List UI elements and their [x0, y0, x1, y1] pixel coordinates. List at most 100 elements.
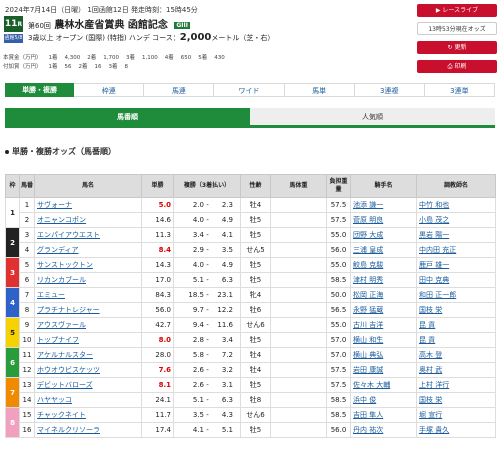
place-odds-max: 7.2 — [221, 351, 233, 359]
place-odds-max: 12.2 — [217, 306, 233, 314]
prize-row-extra: 付加賞（万円） 1着 56 2着 16 3着 8 — [3, 62, 135, 70]
jockey-link[interactable]: 佐々木 大輔 — [350, 377, 417, 393]
jockey-link[interactable]: 松岡 正海 — [350, 287, 417, 303]
jockey-link[interactable]: 三浦 皇成 — [350, 242, 417, 258]
place-odds-max: 4.9 — [221, 261, 233, 269]
trainer-link[interactable]: 国枝 栄 — [416, 392, 496, 408]
sort-tabs: 馬番順 人気順 — [5, 108, 495, 128]
trainer-link[interactable]: 中内田 充正 — [416, 242, 496, 258]
horse-number: 11 — [19, 347, 35, 363]
jockey-link[interactable]: 岩田 康誠 — [350, 362, 417, 378]
place-odds-separator: - — [204, 381, 211, 389]
jockey-link[interactable]: 鮫島 克駿 — [350, 257, 417, 273]
place-odds-max: 3.4 — [221, 336, 233, 344]
header-number: 馬番 — [19, 174, 35, 198]
horse-name-link[interactable]: アウスヴァール — [34, 317, 142, 333]
horse-name-link[interactable]: チャックネイト — [34, 407, 142, 423]
tab-win-place[interactable]: 単勝・複勝 — [5, 83, 75, 97]
prize-cell: 650 — [180, 55, 192, 61]
horse-weight — [270, 227, 327, 243]
sex-age: 牡5 — [240, 257, 271, 273]
jockey-link[interactable]: 横山 典弘 — [350, 347, 417, 363]
jockey-link[interactable]: 永野 猛蔵 — [350, 302, 417, 318]
horse-name-link[interactable]: サンストックトン — [34, 257, 142, 273]
header-burden: 負担重量 — [326, 174, 351, 198]
horse-name-link[interactable]: ハヤヤッコ — [34, 392, 142, 408]
place-odds: 18.5 - 23.1 — [173, 287, 241, 303]
trainer-link[interactable]: 黒岩 陽一 — [416, 227, 496, 243]
trainer-link[interactable]: 国枝 栄 — [416, 302, 496, 318]
horse-name-link[interactable]: グランディア — [34, 242, 142, 258]
sex-age: せん5 — [240, 242, 271, 258]
jockey-link[interactable]: 菅原 明良 — [350, 212, 417, 228]
horse-weight — [270, 257, 327, 273]
place-odds-max: 6.3 — [221, 276, 233, 284]
horse-name-link[interactable]: オニャンコポン — [34, 212, 142, 228]
odds-type-tabs: 単勝・複勝 枠連 馬連 ワイド 馬単 3連複 3連単 — [5, 83, 495, 97]
jockey-link[interactable]: 吉田 隼人 — [350, 407, 417, 423]
trainer-link[interactable]: 堀 宣行 — [416, 407, 496, 423]
horse-name-link[interactable]: プラチナトレジャー — [34, 302, 142, 318]
waku-cell: 5 — [5, 317, 20, 348]
trainer-link[interactable]: 昆 貢 — [416, 332, 496, 348]
jockey-link[interactable]: 浜中 俊 — [350, 392, 417, 408]
horse-name-link[interactable]: トップナイフ — [34, 332, 142, 348]
prize-cell: 2着 — [78, 64, 88, 70]
place-odds: 5.1 - 6.3 — [173, 272, 241, 288]
table-row: 2 3 エンパイアウエスト 11.3 3.4 - 4.1 牡5 55.0 団野 大成 黒岩 陽一 — [5, 227, 496, 258]
tab-sort-number[interactable]: 馬番順 — [5, 108, 250, 125]
horse-name-link[interactable]: サヴォーナ — [34, 197, 142, 213]
horse-weight — [270, 317, 327, 333]
horse-name-link[interactable]: エミュー — [34, 287, 142, 303]
trainer-link[interactable]: 鹿戸 雄一 — [416, 257, 496, 273]
jockey-link[interactable]: 古川 吉洋 — [350, 317, 417, 333]
horse-name-link[interactable]: エンパイアウエスト — [34, 227, 142, 243]
tab-exacta[interactable]: 馬単 — [284, 83, 355, 97]
race-live-button[interactable]: ▶ レースライブ — [417, 4, 497, 17]
print-button[interactable]: ⎙ 印刷 — [417, 60, 497, 73]
horse-name-link[interactable]: アケルナルスター — [34, 347, 142, 363]
tab-quinella[interactable]: 馬連 — [144, 83, 215, 97]
tab-trifecta[interactable]: 3連単 — [424, 83, 495, 97]
burden-weight: 57.5 — [326, 212, 351, 228]
race-conditions-right: メートル（芝・右） — [211, 34, 275, 42]
prize-cell: 3着 — [126, 55, 136, 61]
trainer-link[interactable]: 高木 登 — [416, 347, 496, 363]
trainer-link[interactable]: 昆 貢 — [416, 317, 496, 333]
sex-age: 牡4 — [240, 362, 271, 378]
jockey-link[interactable]: 津村 明秀 — [350, 272, 417, 288]
trainer-link[interactable]: 中竹 和也 — [416, 197, 496, 213]
horse-name-link[interactable]: マイネルクリソーラ — [34, 422, 142, 438]
trainer-link[interactable]: 上村 洋行 — [416, 377, 496, 393]
place-odds-max: 3.2 — [221, 366, 233, 374]
horse-number: 8 — [19, 302, 35, 318]
horse-name-link[interactable]: ホウオウビスケッツ — [34, 362, 142, 378]
jockey-link[interactable]: 丹内 祐次 — [350, 422, 417, 438]
jockey-link[interactable]: 団野 大成 — [350, 227, 417, 243]
place-odds: 9.7 - 12.2 — [173, 302, 241, 318]
jockey-link[interactable]: 横山 和生 — [350, 332, 417, 348]
sex-age: 牡4 — [240, 347, 271, 363]
trainer-link[interactable]: 和田 正一郎 — [416, 287, 496, 303]
place-odds-min: 2.6 — [192, 366, 204, 374]
trainer-link[interactable]: 手塚 貴久 — [416, 422, 496, 438]
trainer-link[interactable]: 奥村 武 — [416, 362, 496, 378]
place-odds-min: 3.4 — [192, 231, 204, 239]
trainer-link[interactable]: 田中 克典 — [416, 272, 496, 288]
horse-name-link[interactable]: デビットバローズ — [34, 377, 142, 393]
horse-number: 6 — [19, 272, 35, 288]
odds-table: 枠 馬番 馬名 単勝 複勝（3着払い） 性齢 馬体重 負担重量 騎手名 調教師名… — [5, 174, 496, 438]
horse-number: 3 — [19, 227, 35, 243]
burden-weight: 58.5 — [326, 272, 351, 288]
tab-sort-popularity[interactable]: 人気順 — [250, 108, 495, 125]
horse-name-link[interactable]: リカンカブール — [34, 272, 142, 288]
trainer-link[interactable]: 小島 茂之 — [416, 212, 496, 228]
tab-wide[interactable]: ワイド — [214, 83, 285, 97]
tab-bracket-quinella[interactable]: 枠連 — [74, 83, 145, 97]
refresh-button[interactable]: ↻ 更新 — [417, 41, 497, 54]
race-conditions: 3歳以上 オープン (国際) (特指) ハンデ コース：2,000メートル（芝・… — [28, 32, 274, 43]
table-row: 6 11 アケルナルスター 28.0 5.8 - 7.2 牡4 57.0 横山 典弘 高木 登 — [5, 347, 496, 378]
tab-trio[interactable]: 3連複 — [354, 83, 425, 97]
jockey-link[interactable]: 池添 謙一 — [350, 197, 417, 213]
sex-age: 牡6 — [240, 302, 271, 318]
